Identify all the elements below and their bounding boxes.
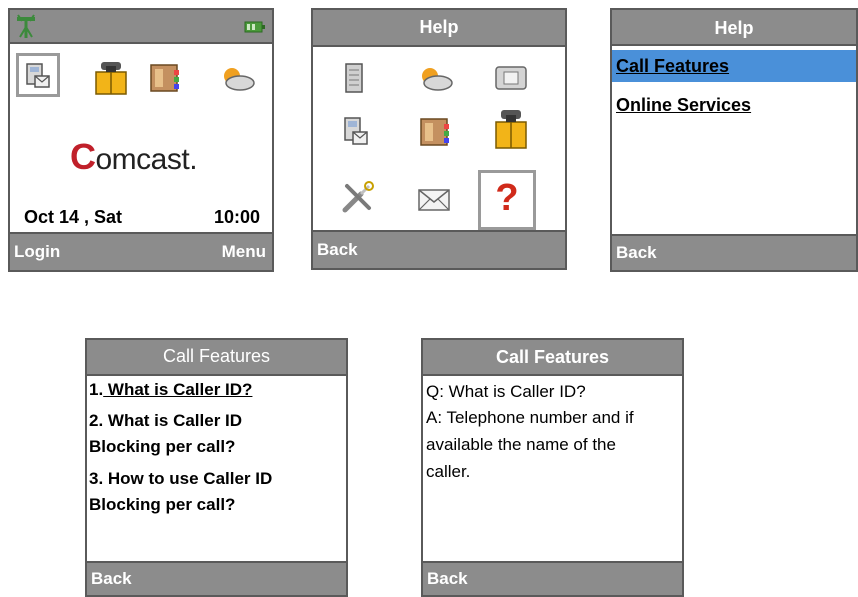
question-2-line-1: 2. What is Caller ID [89,411,243,430]
screen-title: Call Features [495,347,610,367]
title-bar: Help [313,10,565,47]
softkey-bar: Back [612,234,856,270]
softkey-bar: Back [313,230,565,268]
title-bar: Call Features [87,340,346,376]
phone-book-icon[interactable] [92,60,130,96]
battery-icon [244,21,265,33]
question-1-number: 1. [89,380,104,399]
contacts-icon[interactable] [343,116,369,148]
question-item-1[interactable]: 1. What is Caller ID? [89,377,342,403]
menu-screen: Help ? Back [311,8,567,270]
question-1-text: What is Caller ID? [103,380,253,399]
help-screen: Help Call Features Online Services Back [610,8,858,272]
menu-softkey[interactable]: Menu [222,242,266,262]
answer-line-3: caller. [426,462,471,481]
question-3-line-1: 3. How to use Caller ID [89,469,273,488]
phone-book-icon[interactable] [492,108,530,150]
status-bar [10,10,272,44]
softkey-bar: Back [87,561,346,595]
question-item-3[interactable]: 3. How to use Caller ID Blocking per cal… [89,466,342,518]
answer-line-2: available the name of the [426,435,616,454]
address-book-icon[interactable] [148,62,182,94]
answer-line-1: A: Telephone number and if [426,408,634,427]
question-3-line-2: Blocking per call? [89,495,236,514]
brand-logo-c: C [70,136,96,177]
signal-icon [17,14,35,38]
date-label: Oct 14 , Sat [24,207,123,227]
weather-icon[interactable] [218,66,256,92]
back-softkey[interactable]: Back [91,569,132,589]
contacts-icon [26,63,50,88]
screen-title: Help [714,18,754,38]
weather-icon[interactable] [416,66,454,92]
softkey-bar: Back [423,561,682,595]
help-icon-selection[interactable]: ? [478,170,536,230]
help-icon: ? [495,177,519,219]
idle-screen: Comcast. Oct 14 , Sat 10:00 Login Menu [8,8,274,272]
address-book-icon[interactable] [418,116,452,148]
notebook-icon[interactable] [343,62,365,94]
menu-item-online-services[interactable]: Online Services [616,92,856,118]
answer-question-line: Q: What is Caller ID? [426,382,586,401]
mail-icon[interactable] [417,188,451,212]
call-features-screen: Call Features 1. What is Caller ID? 2. W… [85,338,348,597]
answer-screen: Call Features Q: What is Caller ID? A: T… [421,338,684,597]
login-softkey[interactable]: Login [14,242,60,262]
contacts-icon-selection[interactable] [16,53,60,97]
softkey-bar: Login Menu [10,232,272,270]
menu-item-call-features[interactable]: Call Features [612,50,856,82]
tools-icon[interactable] [341,180,375,214]
title-bar: Call Features [423,340,682,376]
back-softkey[interactable]: Back [317,240,358,260]
back-softkey[interactable]: Back [616,243,657,263]
time-label: 10:00 [213,207,260,227]
screen-title: Help [419,17,459,37]
back-softkey[interactable]: Back [427,569,468,589]
speaker-icon[interactable] [493,64,529,92]
question-item-2[interactable]: 2. What is Caller ID Blocking per call? [89,408,342,460]
brand-logo: Comcast. [70,136,198,178]
screen-title: Call Features [162,346,271,366]
title-bar: Help [612,10,856,46]
question-2-line-2: Blocking per call? [89,437,236,456]
brand-logo-text: omcast. [95,143,198,176]
